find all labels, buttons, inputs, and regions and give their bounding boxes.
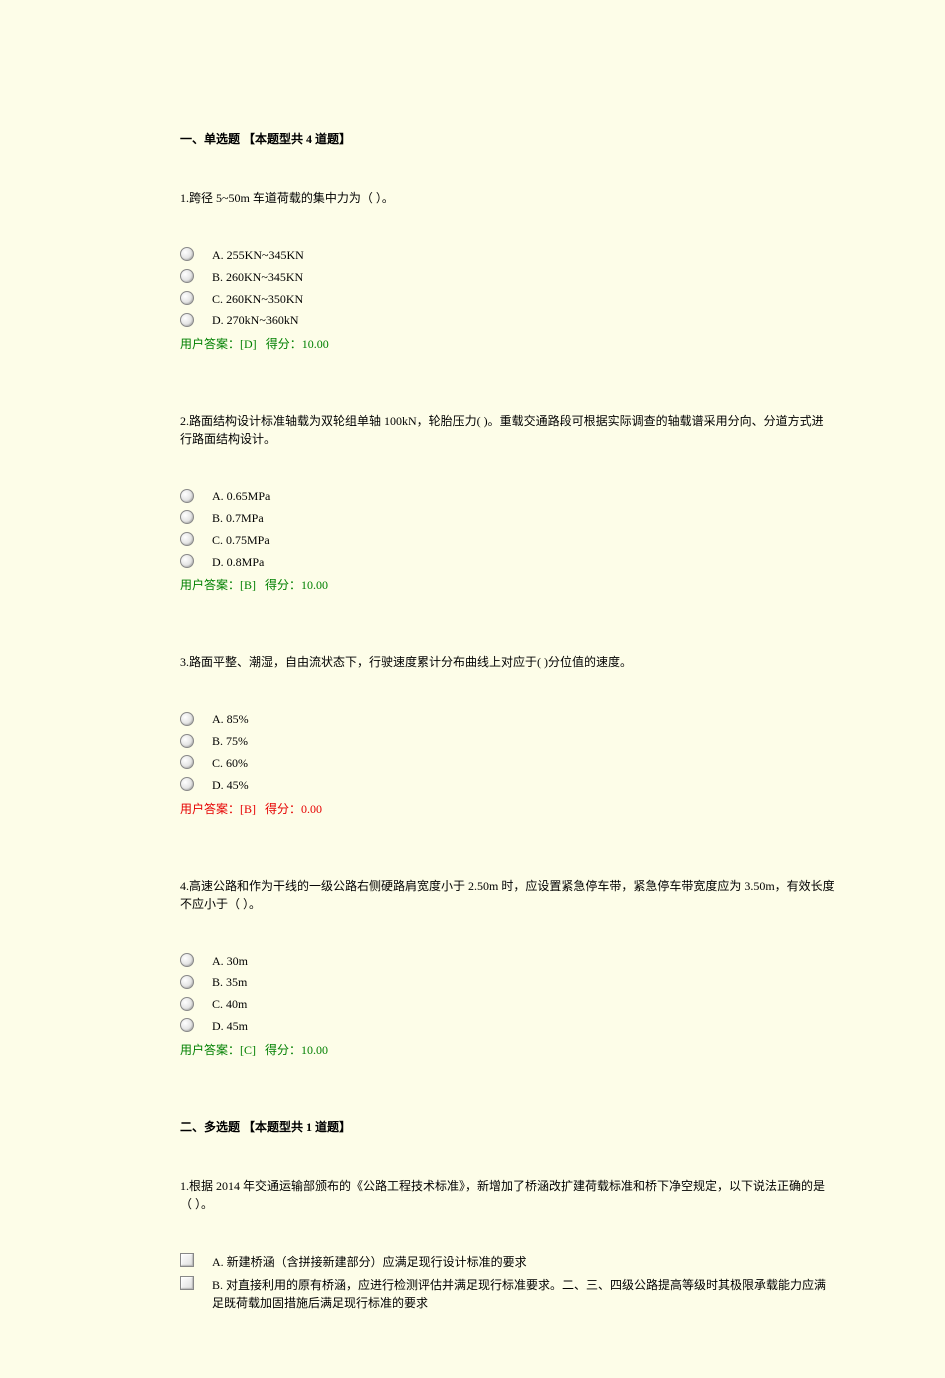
radio-icon — [180, 291, 194, 305]
q3-option-c-label: C. 60% — [212, 753, 248, 772]
q1-option-d-label: D. 270kN~360kN — [212, 310, 299, 329]
score-prefix: 得分： — [266, 337, 302, 351]
q2-option-a-label: A. 0.65MPa — [212, 486, 270, 505]
q1-option-d[interactable]: D. 270kN~360kN — [180, 310, 835, 329]
q4-answer: 用户答案：[C] 得分：10.00 — [180, 1041, 835, 1058]
q2-option-c[interactable]: C. 0.75MPa — [180, 530, 835, 549]
q3-options: A. 85% B. 75% C. 60% D. 45% — [180, 709, 835, 793]
q3-option-b[interactable]: B. 75% — [180, 731, 835, 750]
q4-option-a[interactable]: A. 30m — [180, 951, 835, 970]
mq1-option-b[interactable]: B. 对直接利用的原有桥涵，应进行检测评估并满足现行标准要求。二、三、四级公路提… — [180, 1274, 835, 1312]
q1-option-c-label: C. 260KN~350KN — [212, 289, 303, 308]
q1-option-a-label: A. 255KN~345KN — [212, 245, 304, 264]
q3-option-b-label: B. 75% — [212, 731, 248, 750]
mq1-option-a-label: A. 新建桥涵（含拼接新建部分）应满足现行设计标准的要求 — [212, 1251, 835, 1271]
score-prefix: 得分： — [265, 1043, 301, 1057]
answer-prefix: 用户答案： — [180, 578, 240, 592]
q3-option-c[interactable]: C. 60% — [180, 753, 835, 772]
mq1-option-b-label: B. 对直接利用的原有桥涵，应进行检测评估并满足现行标准要求。二、三、四级公路提… — [212, 1274, 835, 1312]
q2-option-d[interactable]: D. 0.8MPa — [180, 552, 835, 571]
section2-heading: 二、多选题 【本题型共 1 道题】 — [180, 1118, 835, 1135]
score-value: 10.00 — [301, 1043, 328, 1057]
q4-option-d[interactable]: D. 45m — [180, 1016, 835, 1035]
q3-option-a[interactable]: A. 85% — [180, 709, 835, 728]
score-value: 10.00 — [302, 337, 329, 351]
q1-options: A. 255KN~345KN B. 260KN~345KN C. 260KN~3… — [180, 245, 835, 329]
q3-option-a-label: A. 85% — [212, 709, 249, 728]
q4-options: A. 30m B. 35m C. 40m D. 45m — [180, 951, 835, 1035]
q2-option-b[interactable]: B. 0.7MPa — [180, 508, 835, 527]
q4-option-c[interactable]: C. 40m — [180, 994, 835, 1013]
q1-text: 1.跨径 5~50m 车道荷载的集中力为（ ）。 — [180, 189, 835, 207]
answer-prefix: 用户答案： — [180, 1043, 240, 1057]
q1-option-b[interactable]: B. 260KN~345KN — [180, 267, 835, 286]
radio-icon — [180, 1018, 194, 1032]
q4-option-a-label: A. 30m — [212, 951, 248, 970]
q3-text: 3.路面平整、潮湿，自由流状态下，行驶速度累计分布曲线上对应于( )分位值的速度… — [180, 653, 835, 671]
q2-option-c-label: C. 0.75MPa — [212, 530, 270, 549]
score-value: 0.00 — [301, 802, 322, 816]
radio-icon — [180, 510, 194, 524]
checkbox-icon — [180, 1253, 194, 1267]
q1-answer: 用户答案：[D] 得分：10.00 — [180, 335, 835, 352]
q4-option-c-label: C. 40m — [212, 994, 247, 1013]
radio-icon — [180, 975, 194, 989]
q4-text: 4.高速公路和作为干线的一级公路右侧硬路肩宽度小于 2.50m 时，应设置紧急停… — [180, 877, 835, 913]
q3-answer: 用户答案：[B] 得分：0.00 — [180, 800, 835, 817]
answer-value: [D] — [240, 337, 257, 351]
score-prefix: 得分： — [265, 802, 301, 816]
radio-icon — [180, 997, 194, 1011]
mq1-text: 1.根据 2014 年交通运输部颁布的《公路工程技术标准》，新增加了桥涵改扩建荷… — [180, 1177, 835, 1213]
score-value: 10.00 — [301, 578, 328, 592]
answer-prefix: 用户答案： — [180, 802, 240, 816]
answer-value: [B] — [240, 578, 256, 592]
q2-answer: 用户答案：[B] 得分：10.00 — [180, 576, 835, 593]
q2-options: A. 0.65MPa B. 0.7MPa C. 0.75MPa D. 0.8MP… — [180, 486, 835, 570]
radio-icon — [180, 313, 194, 327]
radio-icon — [180, 712, 194, 726]
q1-option-a[interactable]: A. 255KN~345KN — [180, 245, 835, 264]
radio-icon — [180, 777, 194, 791]
answer-prefix: 用户答案： — [180, 337, 240, 351]
score-prefix: 得分： — [265, 578, 301, 592]
radio-icon — [180, 554, 194, 568]
radio-icon — [180, 755, 194, 769]
q3-option-d-label: D. 45% — [212, 775, 249, 794]
radio-icon — [180, 734, 194, 748]
radio-icon — [180, 532, 194, 546]
mq1-options: A. 新建桥涵（含拼接新建部分）应满足现行设计标准的要求 B. 对直接利用的原有… — [180, 1251, 835, 1312]
radio-icon — [180, 247, 194, 261]
q4-option-d-label: D. 45m — [212, 1016, 248, 1035]
q2-option-b-label: B. 0.7MPa — [212, 508, 264, 527]
radio-icon — [180, 489, 194, 503]
q4-option-b[interactable]: B. 35m — [180, 972, 835, 991]
q2-option-d-label: D. 0.8MPa — [212, 552, 264, 571]
mq1-option-a[interactable]: A. 新建桥涵（含拼接新建部分）应满足现行设计标准的要求 — [180, 1251, 835, 1271]
q2-text: 2.路面结构设计标准轴载为双轮组单轴 100kN，轮胎压力( )。重载交通路段可… — [180, 412, 835, 448]
answer-value: [B] — [240, 802, 256, 816]
q3-option-d[interactable]: D. 45% — [180, 775, 835, 794]
q2-option-a[interactable]: A. 0.65MPa — [180, 486, 835, 505]
radio-icon — [180, 269, 194, 283]
checkbox-icon — [180, 1276, 194, 1290]
q1-option-b-label: B. 260KN~345KN — [212, 267, 303, 286]
answer-value: [C] — [240, 1043, 256, 1057]
section1-heading: 一、单选题 【本题型共 4 道题】 — [180, 130, 835, 147]
q1-option-c[interactable]: C. 260KN~350KN — [180, 289, 835, 308]
radio-icon — [180, 953, 194, 967]
q4-option-b-label: B. 35m — [212, 972, 247, 991]
